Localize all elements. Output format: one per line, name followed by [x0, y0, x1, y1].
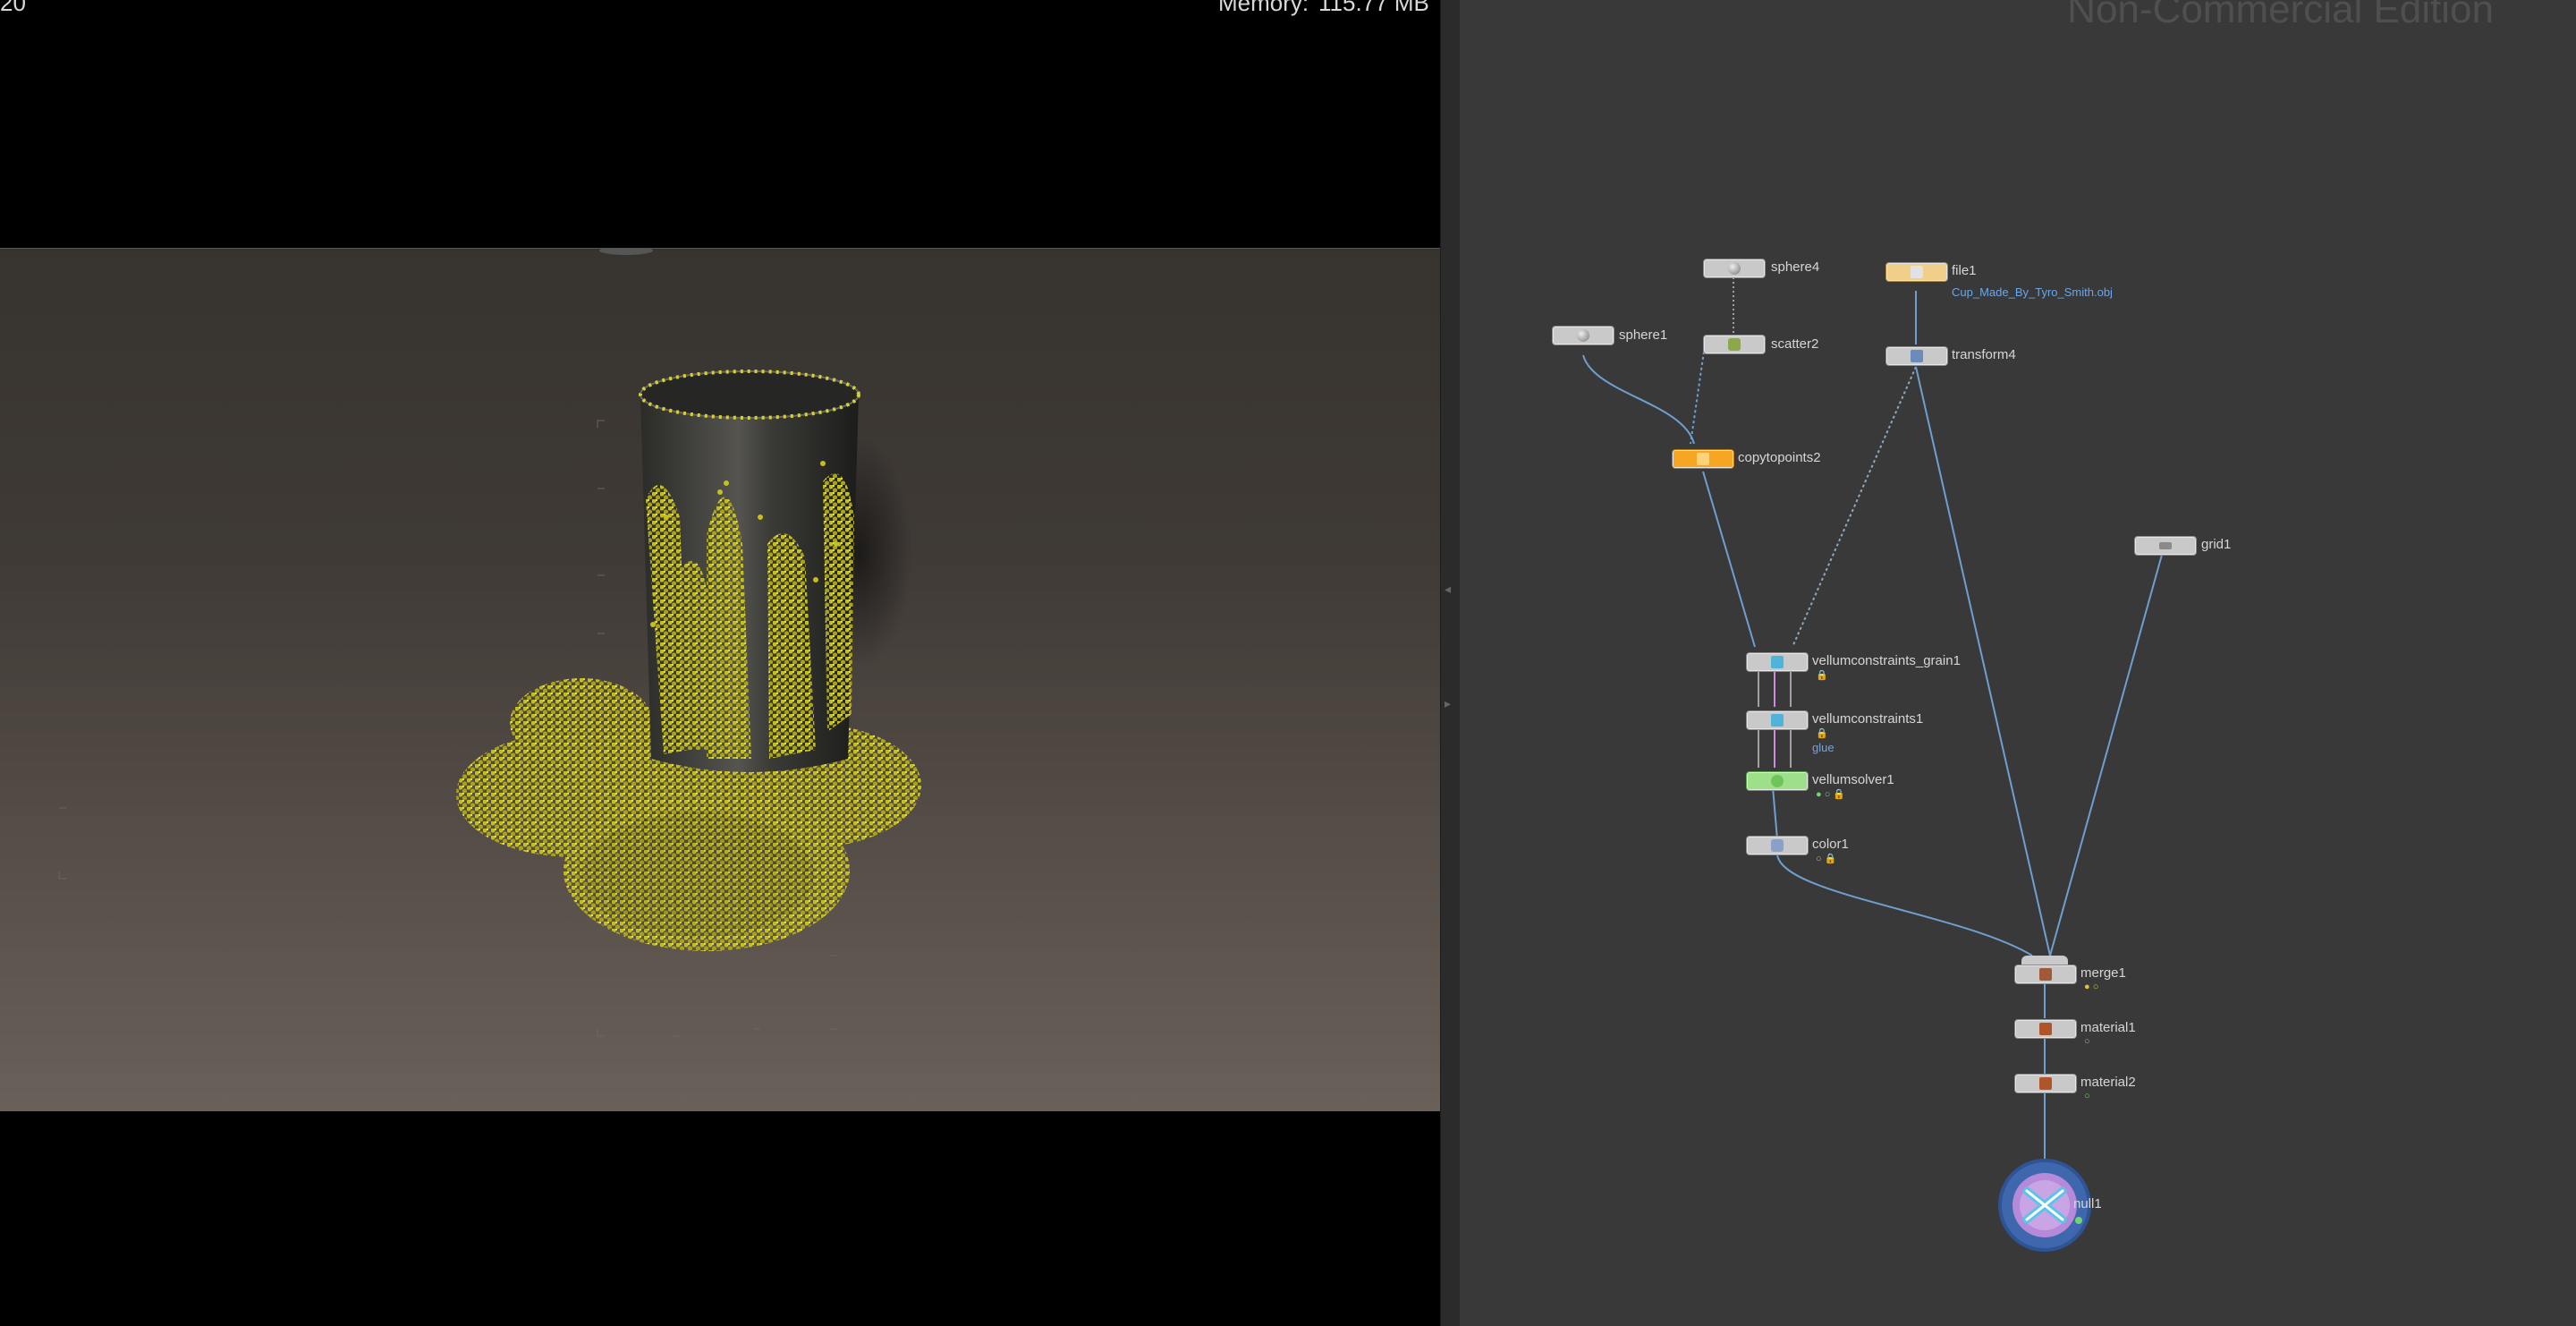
node-merge1[interactable] [2014, 965, 2077, 984]
node-color1[interactable] [1746, 836, 1809, 855]
vellum-icon [1771, 714, 1784, 727]
memory-label: Memory: [1218, 0, 1309, 16]
node-wires [1582, 268, 2163, 1252]
node-label-sphere1: sphere1 [1619, 327, 1668, 343]
wire-grid-merge [2049, 554, 2163, 956]
node-label-transform4: transform4 [1952, 347, 2016, 362]
node-sphere4[interactable] [1703, 259, 1766, 278]
node-grid1[interactable] [2134, 536, 2197, 556]
lock-icon: 🔒 [1816, 670, 1828, 681]
wire-solver-color [1772, 786, 1778, 840]
node-vellumconstraints-grain1[interactable] [1746, 652, 1809, 672]
pane-divider[interactable]: ◂ ▸ [1440, 0, 1462, 1326]
wire-scatter-copy [1690, 351, 1705, 445]
status-flags-icon: ● ○ 🔒 [1816, 789, 1846, 800]
vellumconstraints1-tag: glue [1812, 741, 1835, 754]
node-vellumconstraints1[interactable] [1746, 710, 1809, 730]
node-label-material2: material2 [2080, 1075, 2136, 1090]
color-icon [1771, 839, 1784, 852]
merge-icon [2039, 968, 2052, 981]
wire-transform-vellumgrain [1792, 366, 1917, 648]
node-label-vellumconstraints-grain1: vellumconstraints_grain1 [1812, 653, 1961, 668]
node-scatter2[interactable] [1703, 335, 1766, 354]
material-icon [2039, 1077, 2052, 1090]
scene-render [58, 249, 921, 1037]
status-flags-icon: ● ○ [2084, 982, 2099, 992]
node-label-sphere4: sphere4 [1771, 259, 1820, 275]
sphere-icon [1728, 262, 1741, 275]
memory-value: 115.77 MB [1318, 0, 1429, 16]
copy-icon [1697, 453, 1709, 465]
node-vellumsolver1[interactable] [1746, 771, 1809, 791]
file-icon [1911, 266, 1923, 278]
transform-icon [1911, 350, 1923, 362]
node-label-copytopoints2: copytopoints2 [1738, 450, 1821, 465]
frame-readout: 20 [0, 0, 26, 16]
scatter-icon [1728, 338, 1741, 351]
node-material1[interactable] [2014, 1019, 2077, 1039]
network-editor[interactable]: Non-Commercial Edition sphere4 file1 Cup… [1460, 0, 2576, 1326]
node-null1[interactable] [2000, 1160, 2089, 1250]
node-label-grid1: grid1 [2201, 537, 2232, 552]
material-icon [2039, 1023, 2052, 1035]
scene-viewport[interactable]: 20 Memory: 115.77 MB [0, 0, 1440, 1326]
render-area[interactable] [0, 248, 1440, 1111]
sphere-icon [1577, 329, 1589, 342]
wire-copy-vellumgrain [1702, 471, 1756, 648]
node-sphere1[interactable] [1552, 326, 1614, 345]
merge-input-bar [2021, 956, 2068, 965]
node-label-material1: material1 [2080, 1020, 2136, 1035]
lock-icon: 🔒 [1816, 728, 1828, 739]
node-file1[interactable] [1885, 262, 1948, 282]
status-flags-icon: ○ [2084, 1036, 2090, 1047]
node-label-scatter2: scatter2 [1771, 336, 1819, 352]
collapse-left-icon[interactable]: ◂ [1445, 582, 1451, 597]
grid-icon [2159, 542, 2172, 549]
status-flags-icon: ○ [2084, 1091, 2090, 1101]
vellum-icon [1771, 656, 1784, 668]
file1-path: Cup_Made_By_Tyro_Smith.obj [1952, 285, 2113, 299]
solver-icon [1771, 775, 1784, 787]
status-flags-icon: ○ 🔒 [1816, 854, 1837, 864]
node-copytopoints2[interactable] [1672, 449, 1734, 469]
wire-color-merge [1776, 854, 2033, 956]
horizon-glint [599, 249, 653, 255]
wire-sphere1-copy [1582, 354, 1695, 445]
node-label-color1: color1 [1812, 837, 1849, 852]
node-material2[interactable] [2014, 1074, 2077, 1093]
node-label-merge1: merge1 [2080, 965, 2126, 981]
node-label-vellumsolver1: vellumsolver1 [1812, 772, 1894, 787]
collapse-right-icon[interactable]: ▸ [1445, 696, 1451, 711]
node-transform4[interactable] [1885, 346, 1948, 366]
node-label-file1: file1 [1952, 263, 1977, 278]
node-label-vellumconstraints1: vellumconstraints1 [1812, 711, 1924, 727]
